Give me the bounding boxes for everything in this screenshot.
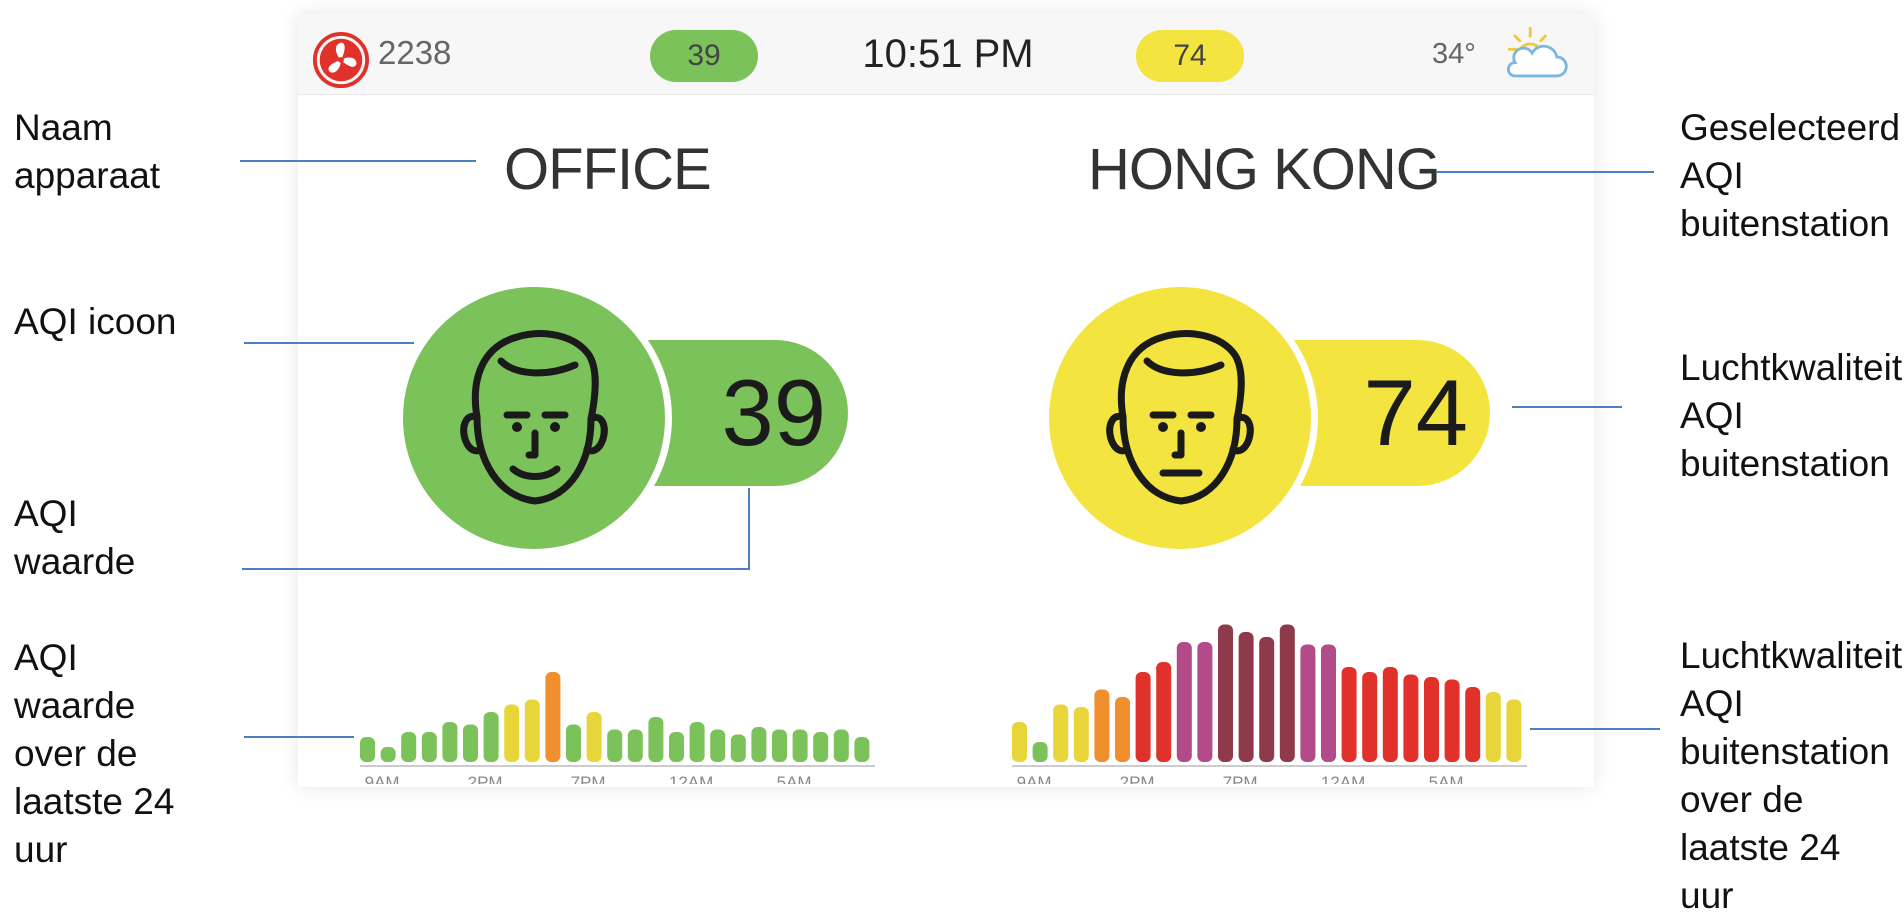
annotation-line (244, 736, 354, 738)
chart-tick-label: 9AM (1017, 773, 1052, 784)
chart-bar (1341, 667, 1357, 762)
chart-bar (854, 737, 870, 762)
chart-tick-label: 12AM (669, 773, 713, 784)
chart-bar (1197, 642, 1213, 762)
chart-bar (1485, 692, 1501, 762)
partly-cloudy-icon (1506, 26, 1568, 78)
chart-bar (792, 729, 808, 762)
chart-bar (360, 737, 375, 762)
annotation-line (748, 488, 750, 570)
chart-bar (1444, 679, 1460, 762)
chart-bar (772, 729, 787, 762)
office-24h-chart: 9AM 2PM 7PM 12AM 5AM (360, 672, 875, 784)
chart-bar (1094, 689, 1110, 762)
chart-bar (1424, 677, 1439, 762)
annotation-line (1436, 171, 1654, 173)
annotation-line (242, 568, 750, 570)
chart-bar (1300, 644, 1316, 762)
outdoor-aqi-badge[interactable]: 74 (1136, 30, 1244, 82)
outdoor-station-title: HONG KONG (1088, 137, 1441, 202)
annotation-line (1530, 728, 1660, 730)
annotation-line (240, 160, 476, 162)
chart-bar (586, 712, 602, 762)
chart-bar (607, 729, 623, 762)
chart-bar (483, 712, 499, 762)
device-name-title: OFFICE (504, 137, 712, 202)
chart-bar (1135, 672, 1151, 762)
chart-bar (421, 732, 437, 762)
neutral-face-icon (1106, 330, 1254, 505)
chart-bar (1032, 742, 1048, 762)
annotation-aqi-24h: AQI waarde over de laatste 24 uur (14, 637, 175, 870)
hk-aqi-value: 74 (1363, 360, 1468, 465)
annotation-selected-station: Geselecteerd AQI buitenstation (1680, 107, 1901, 244)
annotation-aqi-icon: AQI icoon (14, 301, 177, 342)
chart-bar (1218, 624, 1233, 762)
chart-bar (504, 704, 520, 762)
chart-bar (1156, 662, 1172, 762)
hk-aqi-circle[interactable] (1042, 280, 1318, 556)
outdoor-24h-chart: 9AM 2PM 7PM 12AM 5AM (1012, 624, 1527, 784)
chart-bar (1362, 672, 1378, 762)
clock: 10:51 PM (862, 32, 1034, 76)
annotation-aqi-value: AQI waarde (14, 493, 136, 582)
chart-bar (1321, 644, 1336, 762)
hk-aqi-value-pill: 74 (1292, 340, 1490, 486)
device-id: 2238 (378, 34, 452, 71)
annotation-outdoor-aqi: Luchtkwaliteit AQI buitenstation (1680, 347, 1903, 484)
annotation-line (244, 342, 414, 344)
indoor-aqi-badge[interactable]: 39 (650, 30, 758, 82)
chart-bar (710, 729, 726, 762)
chart-tick-label: 7PM (571, 773, 606, 784)
chart-bar (1279, 624, 1295, 762)
chart-bar (730, 734, 746, 762)
chart-bar (1465, 687, 1481, 762)
chart-bar (751, 727, 767, 762)
fan-icon[interactable] (312, 31, 370, 89)
chart-bar (380, 747, 396, 762)
office-aqi-value: 39 (721, 360, 826, 465)
chart-bar (1382, 667, 1398, 762)
chart-bar (1259, 637, 1275, 762)
chart-bar (1012, 722, 1027, 762)
chart-tick-label: 12AM (1321, 773, 1365, 784)
office-aqi-circle[interactable] (396, 280, 672, 556)
chart-tick-label: 9AM (365, 773, 400, 784)
device-screen: 2238 39 10:51 PM 74 34° OFFICE 39 HONG K… (298, 14, 1594, 787)
chart-bar (1115, 697, 1130, 762)
smiling-face-icon (460, 330, 608, 505)
chart-bar (1053, 704, 1069, 762)
chart-bar (545, 672, 561, 762)
chart-bar (813, 732, 829, 762)
chart-bar (524, 699, 540, 762)
chart-bar (689, 722, 705, 762)
chart-bar (1506, 699, 1522, 762)
chart-bar (1073, 707, 1089, 762)
chart-bar (1403, 674, 1419, 762)
top-bar: 2238 39 10:51 PM 74 34° (298, 14, 1594, 95)
chart-bar (566, 724, 581, 762)
chart-bar (463, 724, 478, 762)
chart-bar (1176, 642, 1192, 762)
chart-bar (648, 717, 664, 762)
annotation-device-name: Naam apparaat (14, 107, 161, 196)
temperature: 34° (1432, 38, 1476, 70)
chart-tick-label: 2PM (1120, 773, 1155, 784)
annotation-line (1512, 406, 1622, 408)
chart-tick-label: 7PM (1223, 773, 1258, 784)
chart-tick-label: 5AM (1429, 773, 1464, 784)
chart-bar (627, 729, 643, 762)
chart-bar (401, 732, 417, 762)
annotation-outdoor-24h: Luchtkwaliteit AQI buitenstation over de… (1680, 635, 1903, 916)
chart-bar (833, 729, 849, 762)
chart-bar (1238, 632, 1254, 762)
chart-bar (442, 722, 458, 762)
chart-tick-label: 5AM (777, 773, 812, 784)
chart-tick-label: 2PM (468, 773, 503, 784)
chart-bar (669, 732, 684, 762)
